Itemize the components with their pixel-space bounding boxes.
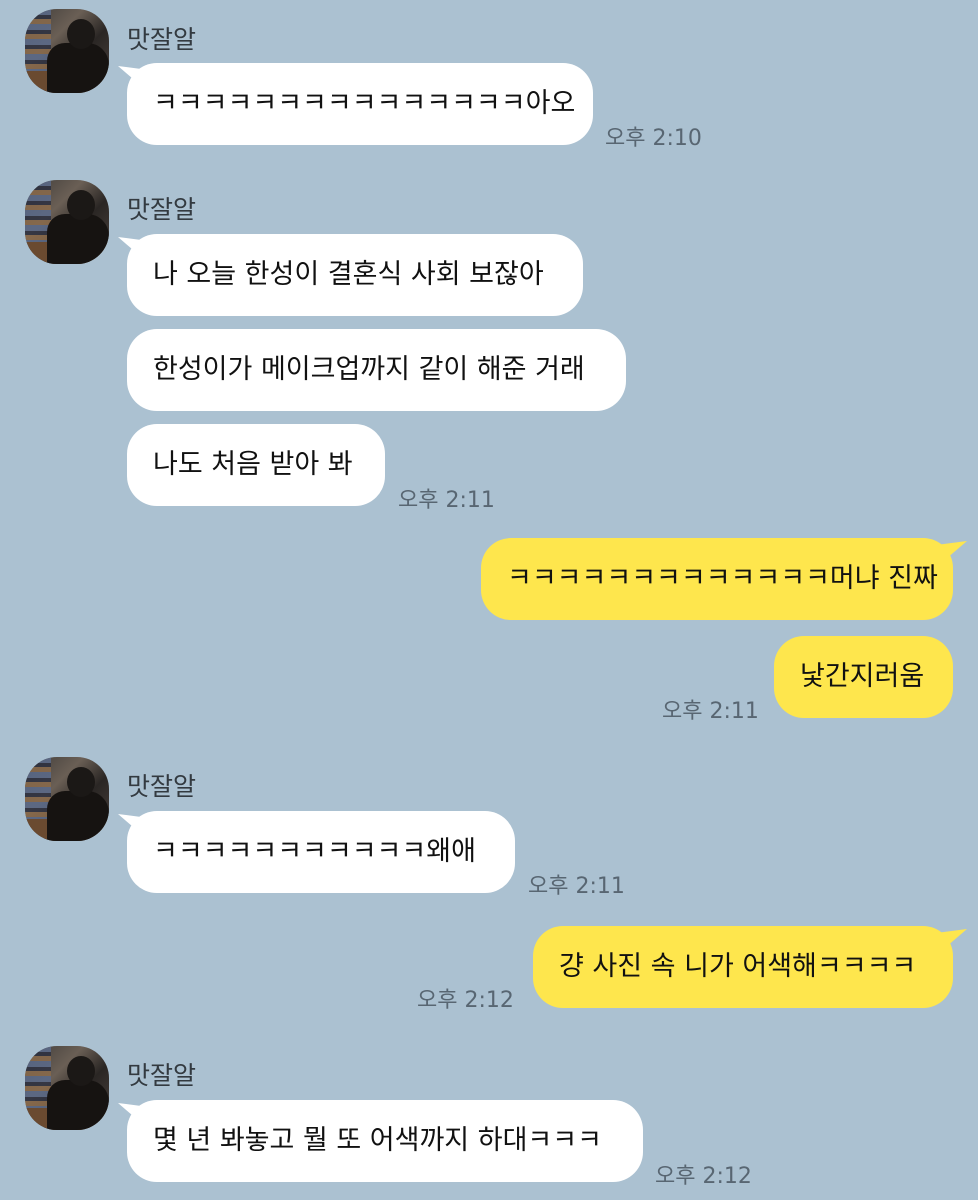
sender-name: 맛잘알 [127, 1061, 197, 1090]
message-bubble-outgoing[interactable]: 걍 사진 속 니가 어색해ㅋㅋㅋㅋ [533, 926, 953, 1008]
avatar[interactable] [25, 180, 109, 264]
message-bubble-incoming[interactable]: 몇 년 봐놓고 뭘 또 어색까지 하대ㅋㅋㅋ [127, 1100, 643, 1182]
message-timestamp: 오후 2:11 [398, 488, 495, 513]
message-timestamp: 오후 2:12 [655, 1164, 752, 1189]
message-timestamp: 오후 2:11 [662, 699, 759, 724]
message-bubble-incoming[interactable]: ㅋㅋㅋㅋㅋㅋㅋㅋㅋㅋㅋㅋㅋㅋㅋ아오 [127, 63, 593, 145]
message-bubble-incoming[interactable]: 나 오늘 한성이 결혼식 사회 보잖아 [127, 234, 583, 316]
message-bubble-outgoing[interactable]: ㅋㅋㅋㅋㅋㅋㅋㅋㅋㅋㅋㅋㅋ머냐 진짜 [481, 538, 953, 620]
avatar[interactable] [25, 1046, 109, 1130]
message-bubble-outgoing[interactable]: 낯간지러움 [774, 636, 953, 718]
sender-name: 맛잘알 [127, 772, 197, 801]
avatar[interactable] [25, 9, 109, 93]
avatar[interactable] [25, 757, 109, 841]
message-bubble-incoming[interactable]: 나도 처음 받아 봐 [127, 424, 385, 506]
sender-name: 맛잘알 [127, 25, 197, 54]
chat-room: 맛잘알 ㅋㅋㅋㅋㅋㅋㅋㅋㅋㅋㅋㅋㅋㅋㅋ아오 오후 2:10 맛잘알 나 오늘 한… [0, 0, 978, 1200]
message-timestamp: 오후 2:12 [417, 988, 514, 1013]
sender-name: 맛잘알 [127, 195, 197, 224]
message-bubble-incoming[interactable]: ㅋㅋㅋㅋㅋㅋㅋㅋㅋㅋㅋ왜애 [127, 811, 515, 893]
message-timestamp: 오후 2:11 [528, 874, 625, 899]
message-timestamp: 오후 2:10 [605, 126, 702, 151]
message-bubble-incoming[interactable]: 한성이가 메이크업까지 같이 해준 거래 [127, 329, 626, 411]
